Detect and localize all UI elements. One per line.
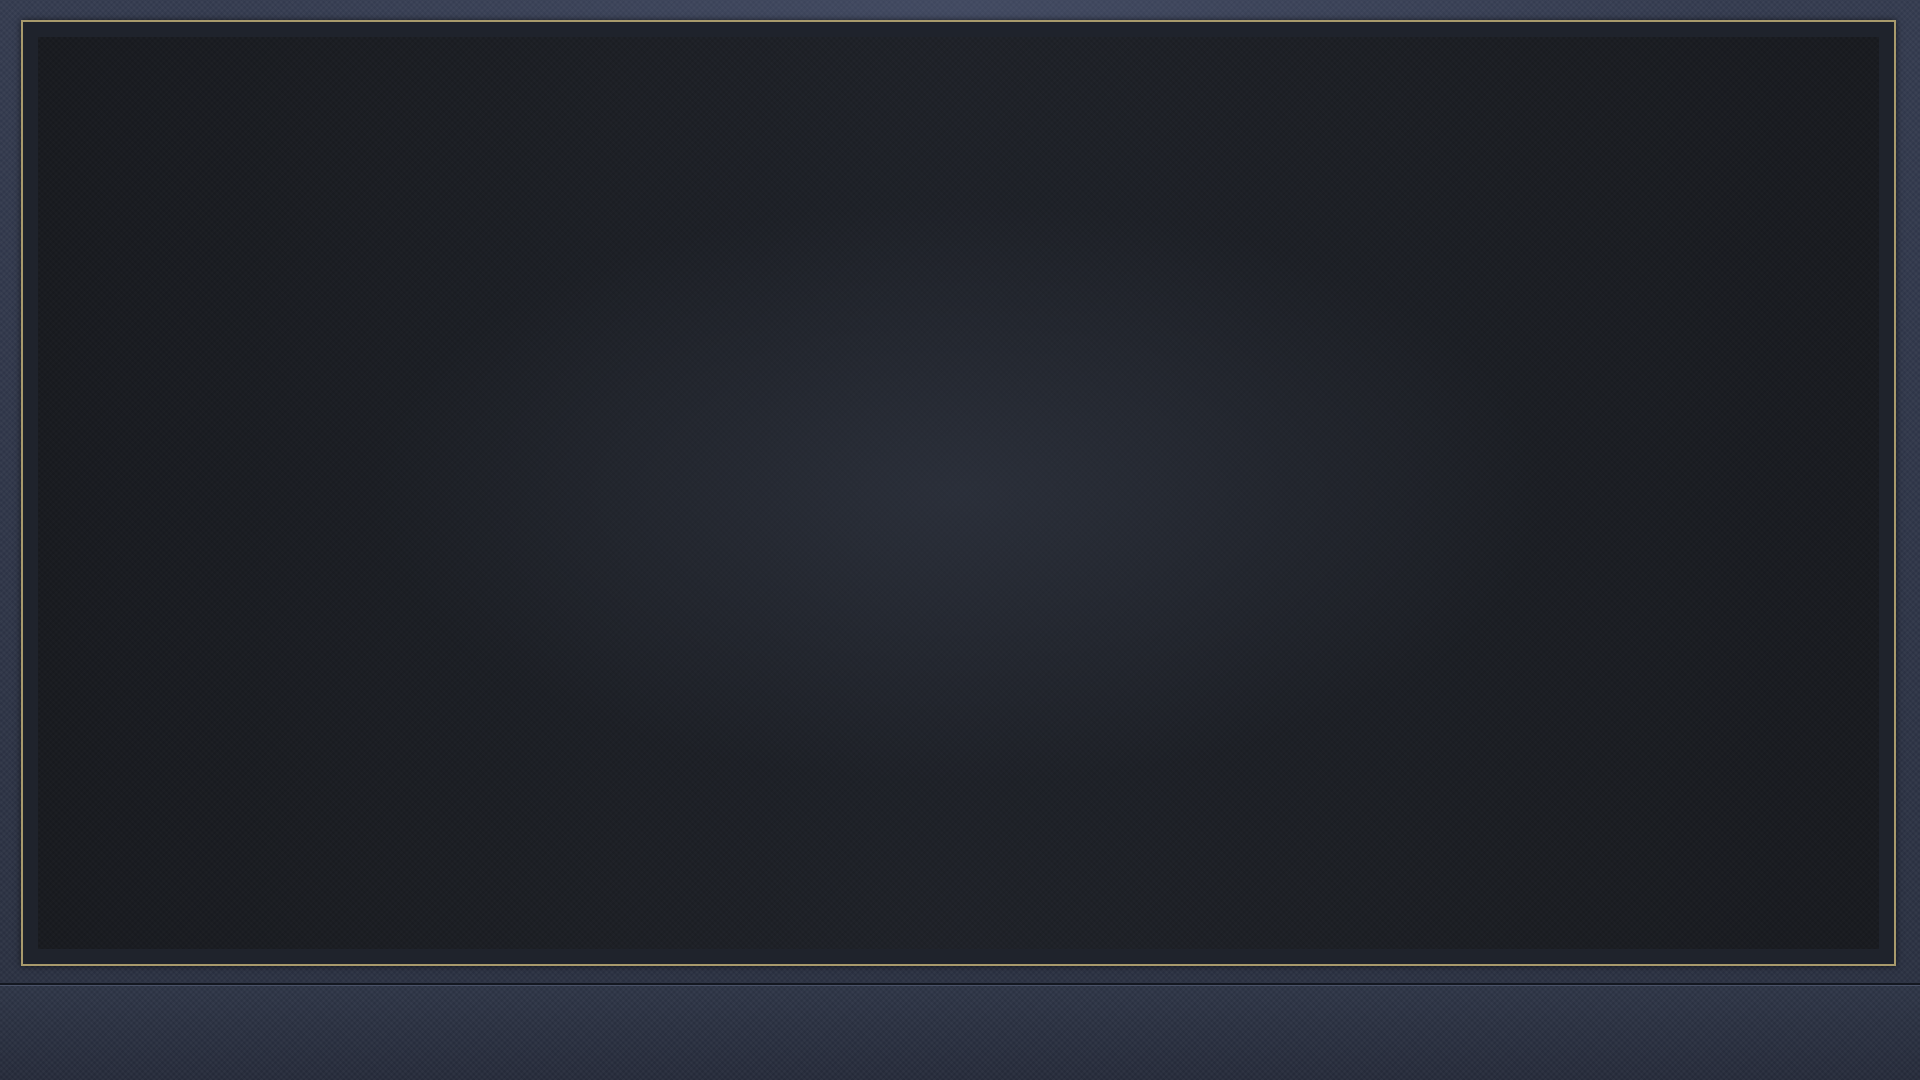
main-content-frame (21, 20, 1896, 966)
main-content-area (38, 37, 1879, 949)
bottom-bar (0, 986, 1920, 1080)
app-root (0, 0, 1920, 1080)
